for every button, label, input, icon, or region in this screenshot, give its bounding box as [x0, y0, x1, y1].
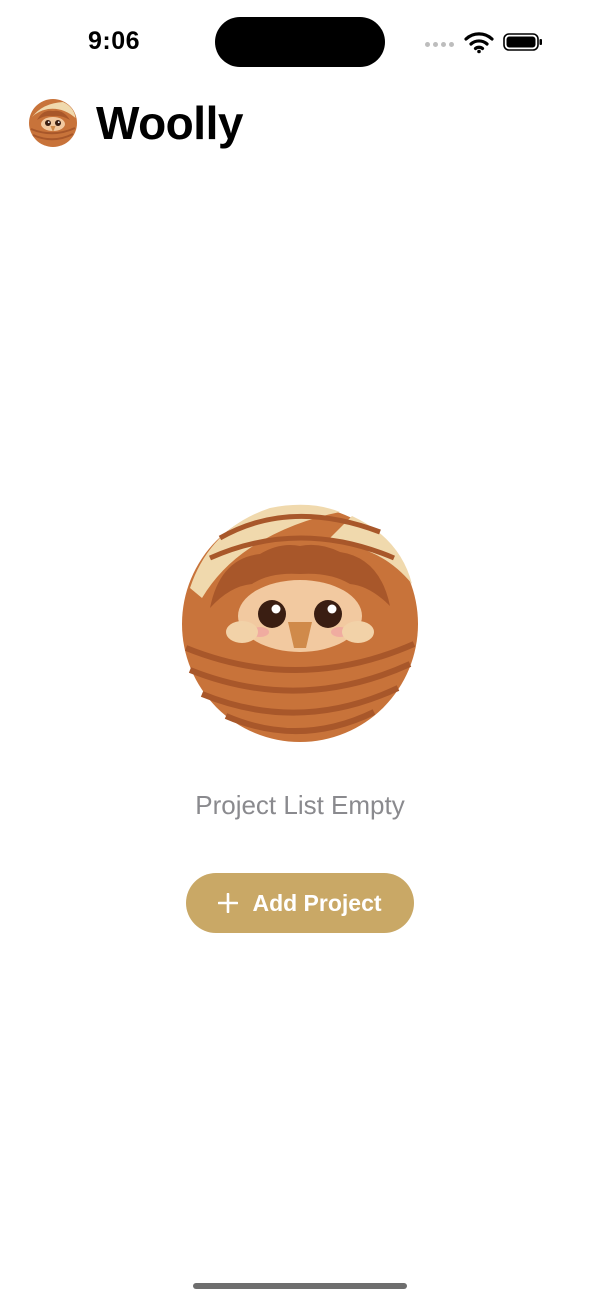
- status-time: 9:06: [88, 27, 141, 55]
- dynamic-island: [215, 17, 385, 67]
- status-bar: 9:06: [0, 0, 600, 90]
- yarn-ball-mascot-icon: [29, 98, 77, 147]
- app-title: Woolly: [96, 96, 243, 149]
- app-header: Woolly: [28, 95, 243, 150]
- empty-state-message: Project List Empty: [195, 790, 405, 820]
- plus-icon: [218, 893, 239, 913]
- add-project-label: Add Project: [252, 889, 382, 916]
- cellular-signal-icon: [425, 42, 454, 47]
- home-indicator[interactable]: [193, 1283, 407, 1289]
- battery-icon: [503, 33, 542, 51]
- wifi-icon: [464, 32, 494, 54]
- add-project-button[interactable]: Add Project: [186, 873, 414, 933]
- yarn-ball-mascot-icon: [182, 504, 418, 742]
